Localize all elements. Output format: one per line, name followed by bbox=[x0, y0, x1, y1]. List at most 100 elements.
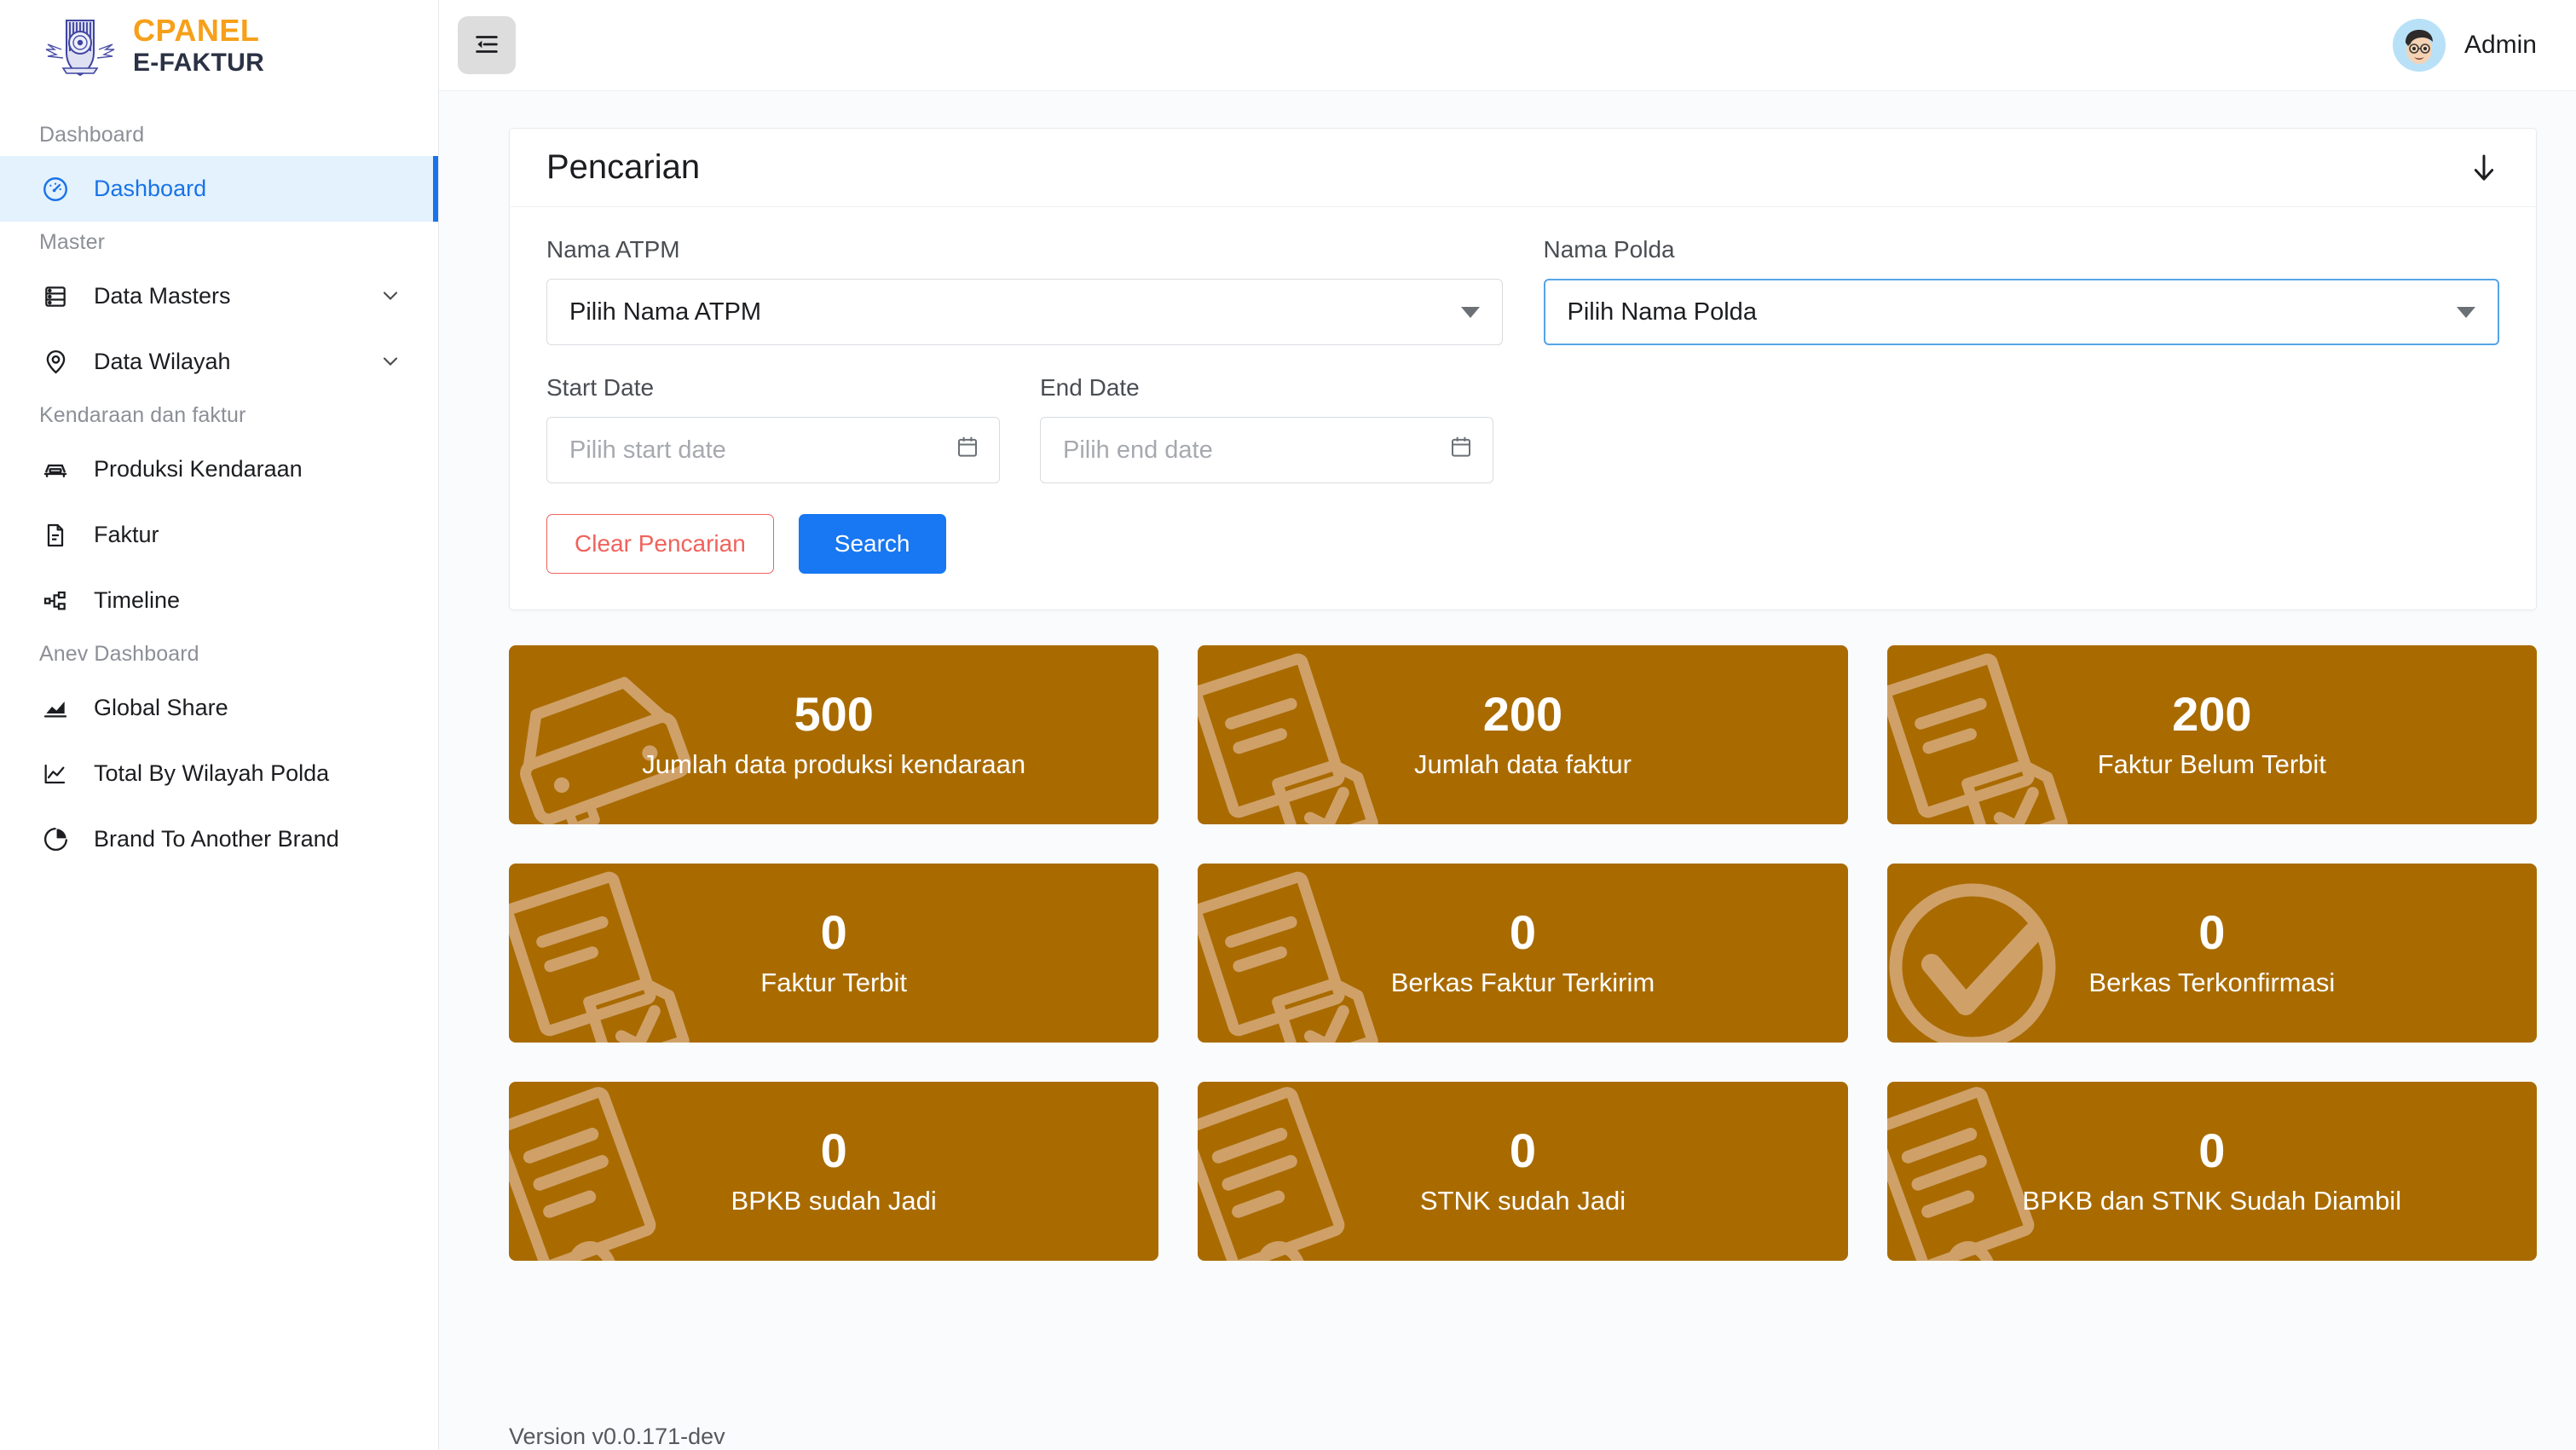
sidebar-item-label: Faktur bbox=[94, 522, 404, 548]
car-icon bbox=[39, 453, 72, 486]
start-date-input[interactable]: Pilih start date bbox=[546, 417, 1000, 483]
select-nama-atpm[interactable]: Pilih Nama ATPM bbox=[546, 279, 1503, 345]
stat-card-value: 0 bbox=[1510, 1126, 1536, 1176]
field-group-end-date: End Date Pilih end date bbox=[1040, 374, 1493, 483]
search-panel-body: Nama ATPM Pilih Nama ATPM Nama Polda Pil… bbox=[510, 207, 2536, 609]
stat-card[interactable]: 200 Jumlah data faktur bbox=[1198, 645, 1847, 824]
stat-card-value: 200 bbox=[1483, 690, 1562, 740]
main-area: Admin Pencarian Nama ATPM bbox=[439, 0, 2576, 1450]
pie-chart-icon bbox=[39, 823, 72, 856]
end-date-input[interactable]: Pilih end date bbox=[1040, 417, 1493, 483]
area-chart-icon bbox=[39, 692, 72, 725]
sidebar-item-faktur[interactable]: Faktur bbox=[0, 502, 438, 568]
content-area: Pencarian Nama ATPM Pilih Nama ATPM bbox=[439, 91, 2576, 1376]
stat-card[interactable]: 200 Faktur Belum Terbit bbox=[1887, 645, 2537, 824]
stat-card-value: 200 bbox=[2172, 690, 2251, 740]
calendar-icon[interactable] bbox=[1448, 434, 1474, 466]
label-nama-polda: Nama Polda bbox=[1544, 236, 2500, 263]
stat-card-label: BPKB dan STNK Sudah Diambil bbox=[2023, 1186, 2402, 1216]
start-date-placeholder: Pilih start date bbox=[569, 436, 726, 465]
sidebar-item-label: Brand To Another Brand bbox=[94, 826, 404, 852]
stat-card-label: Faktur Belum Terbit bbox=[2098, 749, 2326, 780]
select-row: Nama ATPM Pilih Nama ATPM Nama Polda Pil… bbox=[546, 236, 2499, 345]
user-avatar-icon bbox=[2393, 19, 2446, 72]
sidebar-item-data-wilayah[interactable]: Data Wilayah bbox=[0, 329, 438, 395]
line-chart-icon bbox=[39, 758, 72, 790]
nav-section-master: Master bbox=[0, 222, 438, 263]
sidebar-item-timeline[interactable]: Timeline bbox=[0, 568, 438, 633]
version-footer: Version v0.0.171-dev bbox=[439, 1376, 2576, 1450]
stat-card-label: BPKB sudah Jadi bbox=[731, 1186, 937, 1216]
clear-pencarian-button[interactable]: Clear Pencarian bbox=[546, 514, 774, 574]
chevron-down-icon bbox=[1461, 307, 1480, 318]
sidebar-nav: Dashboard Dashboard Master bbox=[0, 91, 438, 1450]
user-name-label: Admin bbox=[2464, 31, 2537, 60]
nav-section-dashboard: Dashboard bbox=[0, 114, 438, 156]
stat-card[interactable]: 0 BPKB sudah Jadi bbox=[509, 1082, 1158, 1261]
document-lines-watermark-icon bbox=[1198, 1087, 1387, 1261]
invoice-check-watermark-icon bbox=[1887, 650, 2076, 824]
calendar-icon[interactable] bbox=[955, 434, 980, 466]
search-button[interactable]: Search bbox=[799, 514, 946, 574]
map-pin-icon bbox=[39, 346, 72, 378]
sidebar: CPANEL E-FAKTUR Dashboard Dashboard bbox=[0, 0, 439, 1450]
nav-section-kendaraan-faktur: Kendaraan dan faktur bbox=[0, 395, 438, 436]
nav-section-anev-dashboard: Anev Dashboard bbox=[0, 633, 438, 675]
document-lines-watermark-icon bbox=[1887, 1087, 2076, 1261]
stat-card-label: Jumlah data produksi kendaraan bbox=[642, 749, 1025, 780]
stat-card[interactable]: 0 BPKB dan STNK Sudah Diambil bbox=[1887, 1082, 2537, 1261]
brand-name-secondary: E-FAKTUR bbox=[133, 50, 264, 76]
select-nama-polda[interactable]: Pilih Nama Polda bbox=[1544, 279, 2500, 345]
field-group-polda: Nama Polda Pilih Nama Polda bbox=[1544, 236, 2500, 345]
invoice-check-watermark-icon bbox=[1198, 869, 1387, 1043]
sidebar-item-label: Data Wilayah bbox=[94, 349, 356, 375]
stat-card-label: STNK sudah Jadi bbox=[1420, 1186, 1626, 1216]
app-root: CPANEL E-FAKTUR Dashboard Dashboard bbox=[0, 0, 2576, 1450]
circle-check-watermark-icon bbox=[1887, 869, 2076, 1043]
sidebar-item-produksi-kendaraan[interactable]: Produksi Kendaraan bbox=[0, 436, 438, 502]
chevron-down-icon[interactable] bbox=[378, 284, 404, 309]
stat-card[interactable]: 0 Berkas Terkonfirmasi bbox=[1887, 864, 2537, 1043]
field-group-atpm: Nama ATPM Pilih Nama ATPM bbox=[546, 236, 1503, 345]
end-date-placeholder: Pilih end date bbox=[1063, 436, 1213, 465]
brand-name-primary: CPANEL bbox=[133, 15, 264, 46]
sidebar-item-data-masters[interactable]: Data Masters bbox=[0, 263, 438, 329]
speedometer-icon bbox=[39, 173, 72, 205]
stat-card[interactable]: 0 STNK sudah Jadi bbox=[1198, 1082, 1847, 1261]
brand-logo[interactable]: CPANEL E-FAKTUR bbox=[0, 0, 438, 91]
arrow-down-icon[interactable] bbox=[2466, 150, 2502, 186]
sidebar-item-global-share[interactable]: Global Share bbox=[0, 675, 438, 741]
stat-card-value: 0 bbox=[821, 908, 847, 958]
sidebar-item-dashboard[interactable]: Dashboard bbox=[0, 156, 438, 222]
search-actions: Clear Pencarian Search bbox=[546, 514, 2499, 574]
stat-card[interactable]: 0 Faktur Terbit bbox=[509, 864, 1158, 1043]
sitemap-icon bbox=[39, 585, 72, 617]
topbar: Admin bbox=[439, 0, 2576, 91]
stat-card[interactable]: 500 Jumlah data produksi kendaraan bbox=[509, 645, 1158, 824]
stat-card-label: Jumlah data faktur bbox=[1414, 749, 1632, 780]
invoice-check-watermark-icon bbox=[1198, 650, 1387, 824]
stat-card-value: 0 bbox=[2198, 908, 2225, 958]
document-lines-watermark-icon bbox=[509, 1087, 698, 1261]
stat-card-value: 0 bbox=[2198, 1126, 2225, 1176]
page-title: Pencarian bbox=[546, 148, 700, 187]
car-outline-watermark-icon bbox=[509, 650, 698, 824]
chevron-down-icon[interactable] bbox=[378, 350, 404, 375]
user-menu[interactable]: Admin bbox=[2393, 19, 2537, 72]
label-nama-atpm: Nama ATPM bbox=[546, 236, 1503, 263]
search-panel-header: Pencarian bbox=[510, 129, 2536, 207]
label-end-date: End Date bbox=[1040, 374, 1493, 401]
stat-card-label: Faktur Terbit bbox=[760, 968, 907, 998]
stat-card[interactable]: 0 Berkas Faktur Terkirim bbox=[1198, 864, 1847, 1043]
sidebar-item-label: Dashboard bbox=[94, 176, 404, 202]
stat-cards-grid: 500 Jumlah data produksi kendaraan bbox=[509, 645, 2537, 1261]
sidebar-collapse-button[interactable] bbox=[458, 16, 516, 74]
sidebar-item-label: Global Share bbox=[94, 695, 404, 721]
sidebar-item-total-by-wilayah-polda[interactable]: Total By Wilayah Polda bbox=[0, 741, 438, 806]
select-nama-polda-value: Pilih Nama Polda bbox=[1568, 298, 1757, 326]
sidebar-item-brand-to-another-brand[interactable]: Brand To Another Brand bbox=[0, 806, 438, 872]
field-group-start-date: Start Date Pilih start date bbox=[546, 374, 1000, 483]
label-start-date: Start Date bbox=[546, 374, 1000, 401]
database-list-icon bbox=[39, 280, 72, 313]
invoice-check-watermark-icon bbox=[509, 869, 698, 1043]
